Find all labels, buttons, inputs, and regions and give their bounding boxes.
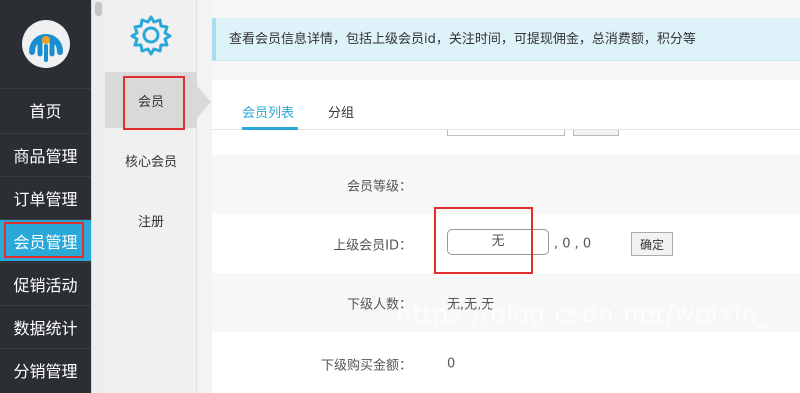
gear-icon	[130, 15, 172, 56]
partial-input[interactable]	[447, 130, 565, 136]
sub-item-core-member[interactable]: 核心会员	[105, 132, 197, 188]
parent-id-label: 上级会员ID：	[333, 238, 412, 253]
nav-item-promotions[interactable]: 促销活动	[0, 262, 91, 304]
highlight-box-sub	[123, 76, 185, 130]
partial-button[interactable]	[573, 130, 619, 136]
row-children-amount: 下级购买金额： 0	[212, 334, 800, 393]
main-content: 查看会员信息详情，包括上级会员id，关注时间，可提现佣金，总消费额，积分等 会员…	[212, 0, 800, 393]
nav-item-statistics[interactable]: 数据统计	[0, 305, 91, 347]
logo[interactable]	[0, 0, 91, 88]
sub-active-arrow	[197, 86, 211, 118]
highlight-box-nav	[4, 222, 84, 258]
row-member-level: 会员等级：	[212, 155, 800, 214]
info-banner: 查看会员信息详情，包括上级会员id，关注时间，可提现佣金，总消费额，积分等	[212, 18, 800, 61]
tab-member-list[interactable]: 会员列表	[242, 102, 294, 121]
nav-item-orders[interactable]: 订单管理	[0, 176, 91, 218]
highlight-box-parent	[434, 207, 533, 274]
parent-extra-values: , 0 , 0	[554, 236, 592, 251]
tab-underline	[242, 127, 298, 130]
sub-nav: 会员 核心会员 注册	[105, 0, 197, 393]
scrollbar-thumb[interactable]	[95, 2, 102, 16]
children-amount-label: 下级购买金额：	[320, 358, 412, 373]
nav-item-distribution[interactable]: 分销管理	[0, 348, 91, 390]
nav-item-products[interactable]: 商品管理	[0, 133, 91, 175]
children-amount-value: 0	[447, 356, 456, 371]
watermark: https://blog.csdn.net/weixin_	[396, 300, 771, 328]
tab-groups[interactable]: 分组	[328, 102, 354, 121]
main-nav: 首页 商品管理 订单管理 会员管理 促销活动 数据统计 分销管理	[0, 0, 91, 393]
logo-icon	[21, 20, 70, 68]
nav-item-home[interactable]: 首页	[0, 88, 91, 130]
tab-bar: 会员列表 分组	[212, 80, 800, 130]
nav-scrollbar[interactable]	[91, 0, 105, 393]
member-level-label: 会员等级：	[346, 179, 412, 194]
confirm-button[interactable]: 确定	[631, 232, 673, 256]
sub-item-register[interactable]: 注册	[105, 192, 197, 248]
